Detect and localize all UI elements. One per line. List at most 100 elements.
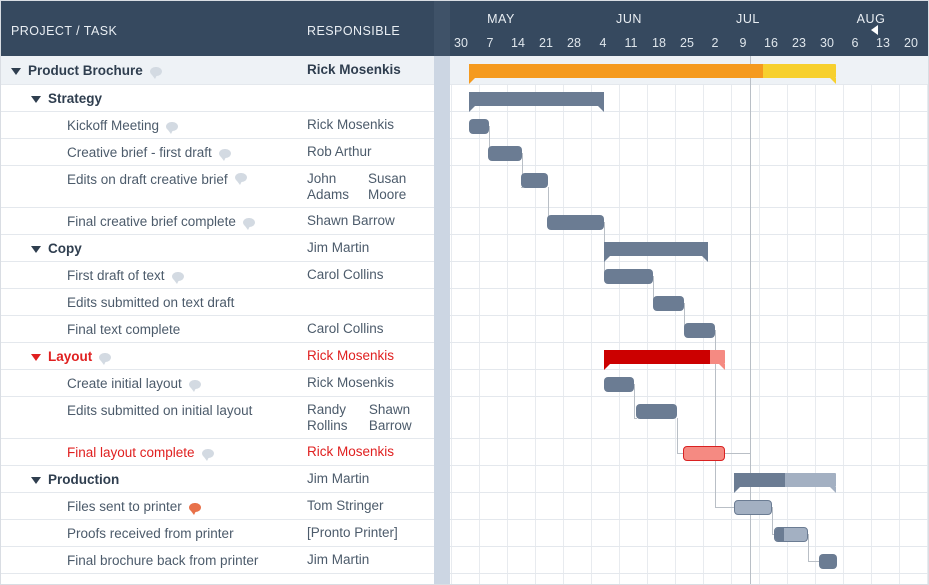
month-label: AUG bbox=[856, 12, 886, 26]
responsible-cell[interactable]: Jim Martin bbox=[307, 235, 434, 261]
responsible-cell[interactable]: Carol Collins bbox=[307, 262, 434, 288]
task-name-cell[interactable]: Final creative brief complete bbox=[1, 208, 255, 234]
responsible-cell[interactable]: [Pronto Printer] bbox=[307, 520, 434, 546]
task-name-cell[interactable]: Strategy bbox=[1, 85, 102, 111]
task-bar[interactable] bbox=[684, 322, 715, 338]
dependency-link bbox=[808, 534, 809, 561]
responsible-cell[interactable]: Rick Mosenkis bbox=[307, 56, 434, 84]
table-row[interactable]: Copy Jim Martin bbox=[1, 235, 434, 262]
responsible-cell[interactable]: Shawn Barrow bbox=[307, 208, 434, 234]
responsible-cell[interactable]: Rick Mosenkis bbox=[307, 112, 434, 138]
summary-bar[interactable] bbox=[469, 63, 836, 84]
task-name-label: Production bbox=[48, 471, 120, 487]
responsible-cell[interactable]: Rick Mosenkis bbox=[307, 343, 434, 369]
task-bar[interactable] bbox=[521, 173, 548, 188]
comment-bubble-icon[interactable] bbox=[149, 66, 162, 79]
task-bar[interactable] bbox=[604, 376, 634, 392]
task-bar[interactable] bbox=[636, 404, 677, 419]
summary-bar-progress bbox=[469, 63, 763, 78]
comment-bubble-icon[interactable] bbox=[234, 173, 247, 185]
comment-bubble-icon[interactable] bbox=[166, 121, 179, 134]
responsible-cell[interactable]: Randy Rollins Shawn Barrow bbox=[307, 397, 434, 438]
task-bar[interactable] bbox=[819, 553, 837, 569]
comment-bubble-icon[interactable] bbox=[188, 502, 201, 515]
comment-bubble-icon[interactable] bbox=[201, 448, 214, 461]
task-name-cell[interactable]: Kickoff Meeting bbox=[1, 112, 179, 138]
table-row[interactable]: Layout Rick Mosenkis bbox=[1, 343, 434, 370]
comment-bubble-icon[interactable] bbox=[218, 148, 231, 161]
responsible-cell[interactable] bbox=[307, 289, 434, 315]
table-row[interactable]: Final layout complete Rick Mosenkis bbox=[1, 439, 434, 466]
table-row[interactable]: Edits submitted on text draft bbox=[1, 289, 434, 316]
responsible-cell[interactable]: Tom Stringer bbox=[307, 493, 434, 519]
pane-divider[interactable] bbox=[434, 56, 450, 584]
table-row[interactable]: Final text complete Carol Collins bbox=[1, 316, 434, 343]
task-name-cell[interactable]: Production bbox=[1, 466, 119, 492]
column-header-responsible[interactable]: RESPONSIBLE bbox=[307, 24, 400, 38]
expand-collapse-triangle-icon[interactable] bbox=[11, 67, 21, 75]
table-row[interactable]: Edits submitted on initial layout Randy R… bbox=[1, 397, 434, 439]
expand-collapse-triangle-icon[interactable] bbox=[31, 476, 41, 484]
task-name-cell[interactable]: Final text complete bbox=[1, 316, 180, 342]
comment-bubble-icon[interactable] bbox=[242, 217, 255, 230]
task-name-cell[interactable]: Product Brochure bbox=[1, 56, 162, 84]
responsible-label: Jim Martin bbox=[307, 471, 370, 486]
table-row[interactable]: Product Brochure Rick Mosenkis bbox=[1, 56, 434, 85]
task-name-cell[interactable]: Final brochure back from printer bbox=[1, 547, 258, 573]
responsible-cell[interactable]: Jim Martin bbox=[307, 547, 434, 573]
task-name-cell[interactable]: Final layout complete bbox=[1, 439, 214, 465]
task-name-cell[interactable]: Copy bbox=[1, 235, 82, 261]
responsible-cell[interactable]: Rick Mosenkis bbox=[307, 439, 434, 465]
expand-collapse-triangle-icon[interactable] bbox=[31, 95, 41, 103]
table-row[interactable]: Files sent to printer Tom Stringer bbox=[1, 493, 434, 520]
table-row[interactable]: First draft of text Carol Collins bbox=[1, 262, 434, 289]
comment-bubble-icon[interactable] bbox=[99, 352, 112, 365]
table-row[interactable]: Kickoff Meeting Rick Mosenkis bbox=[1, 112, 434, 139]
table-row[interactable]: Proofs received from printer [Pronto Prin… bbox=[1, 520, 434, 547]
task-name-cell[interactable]: Creative brief - first draft bbox=[1, 139, 231, 165]
table-row[interactable]: Edits on draft creative brief John Adams S… bbox=[1, 166, 434, 208]
expand-collapse-triangle-icon[interactable] bbox=[31, 245, 41, 253]
task-name-cell[interactable]: Files sent to printer bbox=[1, 493, 201, 519]
table-row[interactable]: Strategy bbox=[1, 85, 434, 112]
table-row[interactable]: Create initial layout Rick Mosenkis bbox=[1, 370, 434, 397]
task-name-cell[interactable]: First draft of text bbox=[1, 262, 184, 288]
summary-bar[interactable] bbox=[604, 241, 708, 262]
responsible-cell[interactable]: Jim Martin bbox=[307, 466, 434, 492]
task-bar[interactable] bbox=[547, 214, 604, 230]
task-name-cell[interactable]: Edits submitted on initial layout bbox=[1, 397, 252, 438]
summary-bar[interactable] bbox=[604, 349, 725, 370]
table-row[interactable]: Final brochure back from printer Jim Mart… bbox=[1, 547, 434, 574]
comment-bubble-icon[interactable] bbox=[171, 271, 184, 284]
task-bar[interactable] bbox=[469, 118, 489, 134]
task-name-cell[interactable]: Edits submitted on text draft bbox=[1, 289, 234, 315]
pane-collapse-handle[interactable] bbox=[434, 1, 878, 56]
task-bar[interactable] bbox=[653, 295, 684, 311]
task-bar[interactable] bbox=[604, 268, 653, 284]
task-bar[interactable] bbox=[734, 499, 772, 515]
task-name-cell[interactable]: Layout bbox=[1, 343, 112, 369]
task-name-cell[interactable]: Proofs received from printer bbox=[1, 520, 234, 546]
column-header-project[interactable]: PROJECT / TASK bbox=[11, 24, 117, 38]
task-name-cell[interactable]: Edits on draft creative brief bbox=[1, 166, 247, 207]
day-label: 13 bbox=[876, 36, 890, 50]
task-bar[interactable] bbox=[488, 145, 522, 161]
table-row[interactable]: Creative brief - first draft Rob Arthur bbox=[1, 139, 434, 166]
timeline-pane[interactable] bbox=[450, 56, 928, 584]
task-bar[interactable] bbox=[683, 445, 725, 461]
responsible-cell[interactable] bbox=[307, 85, 434, 111]
table-row[interactable]: Production Jim Martin bbox=[1, 466, 434, 493]
summary-bar[interactable] bbox=[469, 91, 604, 112]
collapse-left-arrow-icon[interactable] bbox=[871, 25, 878, 35]
task-name-cell[interactable]: Create initial layout bbox=[1, 370, 201, 396]
responsible-cell[interactable]: Carol Collins bbox=[307, 316, 434, 342]
responsible-label: Rick Mosenkis bbox=[307, 444, 395, 459]
responsible-cell[interactable]: John Adams Susan Moore bbox=[307, 166, 434, 207]
responsible-cell[interactable]: Rick Mosenkis bbox=[307, 370, 434, 396]
comment-bubble-icon[interactable] bbox=[188, 379, 201, 392]
table-row[interactable]: Final creative brief complete Shawn Barro… bbox=[1, 208, 434, 235]
summary-bar[interactable] bbox=[734, 472, 836, 493]
task-bar[interactable] bbox=[774, 526, 808, 542]
responsible-cell[interactable]: Rob Arthur bbox=[307, 139, 434, 165]
expand-collapse-triangle-icon[interactable] bbox=[31, 353, 41, 361]
